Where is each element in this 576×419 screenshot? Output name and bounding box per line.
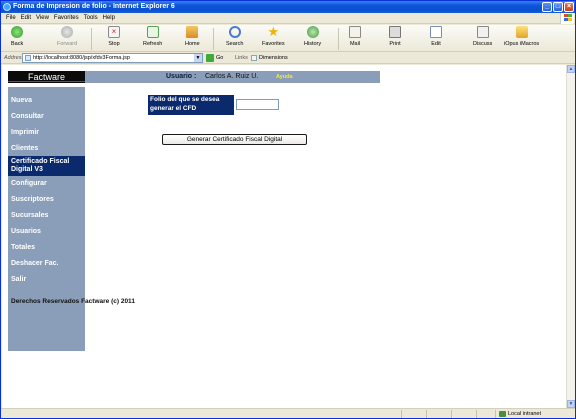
scroll-down-arrow-icon[interactable]: ▼ (567, 400, 575, 408)
status-divider (401, 410, 402, 418)
page-header: Factware Usuario : Carlos A. Ruiz U. Ayu… (8, 71, 380, 83)
toolbar-separator (91, 28, 92, 50)
sidebar-item-imprimir[interactable]: Imprimir (11, 129, 39, 136)
sidebar-nav: Nueva Consultar Imprimir Clientes Certif… (8, 87, 85, 351)
history-icon (306, 26, 319, 38)
star-icon: ★ (267, 24, 280, 39)
menu-file[interactable]: File (6, 13, 16, 24)
status-divider (476, 410, 477, 418)
refresh-button[interactable]: Refresh (143, 26, 162, 47)
printer-icon (389, 26, 401, 38)
menu-favorites[interactable]: Favorites (54, 13, 79, 24)
sidebar-item-nueva[interactable]: Nueva (11, 97, 32, 104)
maximize-button[interactable]: □ (553, 2, 563, 12)
forward-button[interactable]: Forward (57, 26, 77, 47)
user-name: Carlos A. Ruiz U. (205, 73, 259, 80)
status-bar: Local intranet (1, 408, 575, 418)
search-icon (228, 26, 241, 38)
close-button[interactable]: × (564, 2, 574, 12)
sidebar-item-salir[interactable]: Salir (11, 276, 26, 283)
minimize-button[interactable]: _ (542, 2, 552, 12)
address-input[interactable]: http://localhost:8080/jsp/xfdv3Forma.jsp… (22, 53, 203, 63)
toolbar-separator (213, 28, 214, 50)
sidebar-item-sucursales[interactable]: Sucursales (11, 212, 48, 219)
address-url: http://localhost:8080/jsp/xfdv3Forma.jsp (33, 55, 130, 61)
menu-edit[interactable]: Edit (21, 13, 31, 24)
mail-button[interactable]: Mail (349, 26, 361, 47)
menu-tools[interactable]: Tools (84, 13, 98, 24)
generate-cfd-button[interactable]: Generar Certificado Fiscal Digital (162, 134, 307, 145)
history-button[interactable]: History (304, 26, 321, 47)
edit-button[interactable]: Edit (430, 26, 442, 47)
search-button[interactable]: Search (226, 26, 243, 47)
discuss-icon (476, 26, 489, 38)
status-divider (451, 410, 452, 418)
edit-icon (430, 26, 442, 38)
discuss-button[interactable]: Discuss (473, 26, 492, 47)
page-icon (25, 55, 31, 61)
sidebar-item-totales[interactable]: Totales (11, 244, 35, 251)
sidebar-item-certificado-fiscal-digital-v3[interactable]: Certificado Fiscal Digital V3 (8, 156, 85, 176)
status-divider (495, 410, 496, 418)
imacros-button[interactable]: iOpus iMacros (504, 26, 539, 47)
back-button[interactable]: Back (11, 26, 23, 47)
back-arrow-icon (11, 26, 24, 38)
folio-input[interactable] (236, 99, 279, 110)
security-zone: Local intranet (499, 409, 541, 419)
intranet-icon (499, 410, 506, 417)
menu-view[interactable]: View (36, 13, 49, 24)
sidebar-item-deshacer-fac[interactable]: Deshacer Fac. (11, 260, 58, 267)
menu-help[interactable]: Help (103, 13, 115, 24)
favorites-button[interactable]: ★ Favorites (262, 24, 285, 47)
user-label: Usuario : (166, 73, 197, 80)
windows-flag-icon (560, 13, 574, 24)
browser-window: Forma de Impresion de folio - Internet E… (0, 0, 576, 419)
stop-button[interactable]: × Stop (108, 26, 120, 47)
ie-logo-icon (3, 3, 11, 11)
copyright-text: Derechos Reservados Factware (c) 2011 (11, 298, 135, 305)
chevron-down-icon[interactable]: ▼ (194, 54, 202, 62)
print-button[interactable]: Print (389, 26, 401, 47)
sidebar-item-suscriptores[interactable]: Suscriptores (11, 196, 54, 203)
folio-label: Folio del que se desea generar el CFD (148, 95, 234, 115)
help-link[interactable]: Ayuda (276, 71, 293, 83)
go-arrow-icon (206, 53, 214, 62)
brand-logo: Factware (8, 71, 85, 83)
imacros-icon (515, 26, 528, 38)
vertical-scrollbar[interactable]: ▲ ▼ (566, 65, 575, 408)
sidebar-item-clientes[interactable]: Clientes (11, 145, 38, 152)
address-bar: Address http://localhost:8080/jsp/xfdv3F… (1, 52, 575, 64)
sidebar-item-label: Certificado Fiscal (11, 158, 70, 165)
dimensions-link[interactable]: Dimensions (251, 52, 288, 64)
status-divider (426, 410, 427, 418)
sidebar-item-consultar[interactable]: Consultar (11, 113, 44, 120)
forward-arrow-icon (61, 26, 74, 38)
go-button[interactable]: Go (206, 53, 223, 63)
links-label[interactable]: Links (235, 52, 248, 64)
mail-icon (349, 26, 361, 38)
toolbar-separator (338, 28, 339, 50)
sidebar-item-label: Digital V3 (11, 166, 43, 173)
scroll-up-arrow-icon[interactable]: ▲ (567, 65, 575, 73)
sidebar-item-usuarios[interactable]: Usuarios (11, 228, 41, 235)
title-bar: Forma de Impresion de folio - Internet E… (1, 1, 575, 13)
home-button[interactable]: Home (185, 26, 200, 47)
window-title: Forma de Impresion de folio - Internet E… (13, 3, 175, 10)
stop-icon: × (108, 26, 120, 38)
toolbar: Back Forward × Stop Refresh Home Search … (1, 25, 575, 52)
sidebar-item-configurar[interactable]: Configurar (11, 180, 47, 187)
refresh-icon (146, 26, 159, 38)
brand-underline (8, 81, 85, 82)
link-icon (251, 54, 257, 61)
menu-bar: File Edit View Favorites Tools Help (1, 13, 575, 24)
page-viewport: Factware Usuario : Carlos A. Ruiz U. Ayu… (2, 65, 566, 408)
home-icon (186, 26, 199, 38)
